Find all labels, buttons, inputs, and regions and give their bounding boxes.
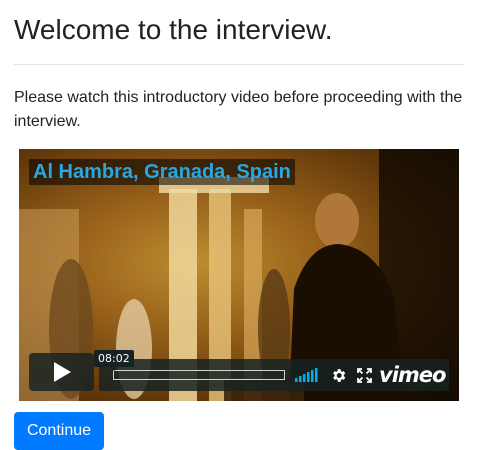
play-button[interactable] (29, 353, 94, 391)
divider (14, 64, 464, 65)
video-player[interactable]: Al Hambra, Granada, Spain vimeo 08:02 (19, 149, 459, 401)
video-controls: vimeo (99, 359, 449, 391)
intro-text: Please watch this introductory video bef… (14, 89, 463, 130)
volume-icon[interactable] (295, 367, 319, 383)
video-caption: Al Hambra, Granada, Spain (29, 159, 295, 185)
continue-button[interactable]: Continue (14, 412, 104, 450)
play-icon (53, 362, 71, 382)
fullscreen-icon[interactable] (357, 368, 372, 383)
page-title: Welcome to the interview. (14, 14, 333, 45)
gear-icon[interactable] (330, 367, 347, 384)
time-badge: 08:02 (94, 350, 134, 371)
vimeo-logo[interactable]: vimeo (379, 363, 446, 387)
progress-bar[interactable] (113, 370, 285, 380)
